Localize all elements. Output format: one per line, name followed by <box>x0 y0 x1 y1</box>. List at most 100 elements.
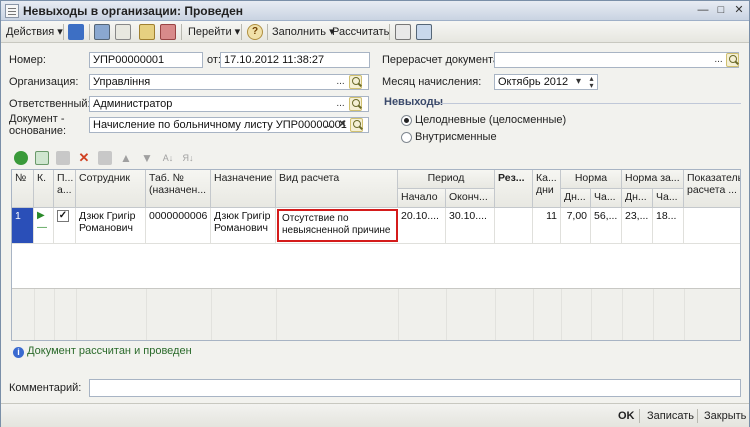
row-norm-period-hours[interactable]: 18... <box>653 208 684 243</box>
col-header-norm-period[interactable]: Норма за... <box>622 170 684 189</box>
basis-label-2: основание: <box>9 125 67 137</box>
select-button[interactable]: ... <box>322 118 335 132</box>
responsible-label: Ответственный: <box>9 98 91 110</box>
section-divider <box>441 103 741 104</box>
edit-row-icon[interactable] <box>56 151 70 165</box>
table-row[interactable]: 1 ▶— ✓ Дзюк Григір Романович 0000000006 … <box>12 208 740 244</box>
calculate-button[interactable]: Рассчитать <box>332 24 389 40</box>
report-icon[interactable] <box>160 24 176 40</box>
select-button[interactable]: ... <box>334 97 347 111</box>
number-field[interactable]: УПР00000001 <box>89 52 203 68</box>
basis-label-1: Документ - <box>9 113 65 125</box>
add-row-icon[interactable] <box>14 151 28 165</box>
col-header-tab-number[interactable]: Таб. № (назначен... <box>146 170 211 208</box>
open-search-icon[interactable] <box>350 118 363 132</box>
radio-fullday[interactable] <box>401 115 412 126</box>
number-label: Номер: <box>9 54 46 66</box>
row-indicator[interactable] <box>684 208 740 243</box>
col-header-norm[interactable]: Норма <box>561 170 622 189</box>
sort-desc-icon[interactable]: Я↓ <box>181 151 195 165</box>
absences-section-title: Невыходы <box>384 96 444 108</box>
month-dropdown-icon[interactable]: ▾ <box>572 75 585 89</box>
delete-row-icon[interactable]: ✕ <box>77 151 91 165</box>
close-button[interactable]: Закрыть <box>704 410 746 422</box>
col-header-end[interactable]: Оконч... <box>446 189 495 208</box>
open-search-icon[interactable] <box>349 75 362 89</box>
col-header-assignment[interactable]: Назначение <box>211 170 276 208</box>
col-header-calendar-days[interactable]: Ка... дни <box>533 170 561 208</box>
organization-field[interactable]: Управління <box>89 74 369 90</box>
row-checkbox[interactable]: ✓ <box>57 210 69 222</box>
col-header-employee[interactable]: Сотрудник <box>76 170 146 208</box>
window-title: Невыходы в организации: Проведен <box>23 4 244 18</box>
move-down-icon[interactable]: ▼ <box>140 151 154 165</box>
toolbar: Действия ▾ Перейти ▾ ? Заполнить ▾ Рассч… <box>1 21 749 43</box>
row-end[interactable]: 30.10.... <box>446 208 495 243</box>
list-view-icon[interactable] <box>395 24 411 40</box>
open-search-icon[interactable] <box>349 97 362 111</box>
col-header-indicator[interactable]: Показатель расчета ... <box>684 170 740 208</box>
end-edit-icon[interactable] <box>98 151 112 165</box>
col-header-norm-period-hours[interactable]: Ча... <box>653 189 684 208</box>
col-header-p[interactable]: П... а... <box>54 170 76 208</box>
comment-field[interactable] <box>89 379 741 397</box>
col-header-k[interactable]: К. <box>34 170 54 208</box>
copy-row-icon[interactable] <box>35 151 49 165</box>
row-start[interactable]: 20.10.... <box>398 208 446 243</box>
document-movements-icon[interactable] <box>115 24 131 40</box>
col-header-norm-period-days[interactable]: Дн... <box>622 189 653 208</box>
info-icon: i <box>13 347 24 358</box>
structure-icon[interactable] <box>94 24 110 40</box>
recalc-field[interactable] <box>494 52 739 68</box>
document-window: Невыходы в организации: Проведен — □ ✕ Д… <box>0 0 750 427</box>
col-header-result[interactable]: Рез... <box>495 170 533 208</box>
goto-menu[interactable]: Перейти ▾ <box>188 24 240 40</box>
row-norm-period-days[interactable]: 23,... <box>622 208 653 243</box>
col-header-norm-days[interactable]: Дн... <box>561 189 591 208</box>
col-header-period[interactable]: Период <box>398 170 495 189</box>
document-icon <box>5 4 19 18</box>
col-header-start[interactable]: Начало <box>398 189 446 208</box>
responsible-field[interactable]: Администратор <box>89 96 369 112</box>
move-up-icon[interactable]: ▲ <box>119 151 133 165</box>
settings-grid-icon[interactable] <box>416 24 432 40</box>
select-button[interactable]: ... <box>712 53 725 67</box>
absences-table[interactable]: № К. П... а... Сотрудник Таб. № (назначен.… <box>11 169 741 341</box>
radio-intrashift[interactable] <box>401 132 412 143</box>
row-norm-days[interactable]: 7,00 <box>561 208 591 243</box>
clear-icon[interactable]: ✕ <box>336 118 349 132</box>
ok-button[interactable]: OK <box>618 410 635 422</box>
row-pointer-icon: ▶— <box>34 208 54 243</box>
col-header-number[interactable]: № <box>12 170 34 208</box>
row-assignment[interactable]: Дзюк Григір Романович <box>211 208 276 243</box>
maximize-button[interactable]: □ <box>713 3 729 18</box>
open-search-icon[interactable] <box>726 53 739 67</box>
title-bar: Невыходы в организации: Проведен — □ ✕ <box>1 1 749 21</box>
help-icon[interactable]: ? <box>247 24 263 40</box>
row-number[interactable]: 1 <box>12 208 34 243</box>
row-calc-type[interactable]: Отсутствие по невыясненной причине <box>277 209 398 242</box>
comment-label: Комментарий: <box>9 382 82 394</box>
table-footer <box>12 288 740 340</box>
minimize-button[interactable]: — <box>695 3 711 18</box>
col-header-norm-hours[interactable]: Ча... <box>591 189 622 208</box>
month-stepper-icon[interactable]: ▴ ▾ <box>585 75 598 90</box>
actions-menu[interactable]: Действия ▾ <box>6 24 63 40</box>
row-norm-hours[interactable]: 56,... <box>591 208 622 243</box>
row-calendar-days[interactable]: 11 <box>533 208 561 243</box>
organization-label: Организация: <box>9 76 79 88</box>
row-employee[interactable]: Дзюк Григір Романович <box>76 208 146 243</box>
month-label: Месяц начисления: <box>382 76 482 88</box>
create-based-on-icon[interactable] <box>139 24 155 40</box>
back-arrow-icon[interactable] <box>68 24 84 40</box>
row-tab-number[interactable]: 0000000006 <box>146 208 211 243</box>
date-field[interactable]: 17.10.2012 11:38:27 <box>220 52 370 68</box>
save-button[interactable]: Записать <box>647 410 694 422</box>
fill-menu[interactable]: Заполнить ▾ <box>272 24 335 40</box>
row-result[interactable] <box>495 208 533 243</box>
close-window-button[interactable]: ✕ <box>731 3 747 18</box>
select-button[interactable]: ... <box>334 75 347 89</box>
col-header-calc-type[interactable]: Вид расчета <box>276 170 398 208</box>
row-checkbox-cell[interactable]: ✓ <box>54 208 76 243</box>
sort-asc-icon[interactable]: A↓ <box>161 151 175 165</box>
